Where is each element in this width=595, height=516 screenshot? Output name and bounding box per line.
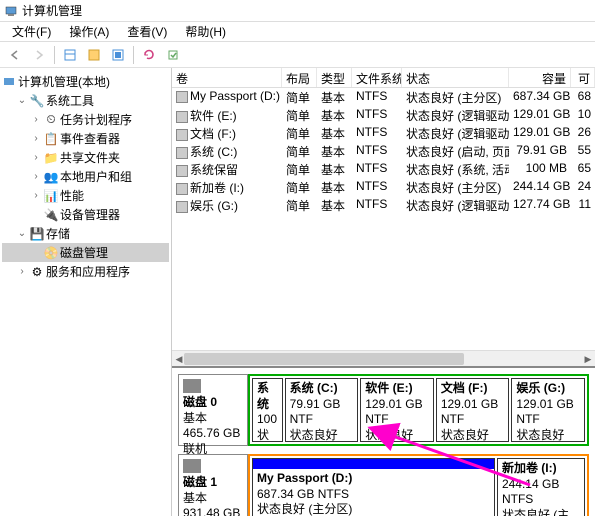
tree-perf[interactable]: ›📊性能 <box>2 186 169 205</box>
window-title: 计算机管理 <box>22 2 82 19</box>
expand-icon[interactable]: › <box>30 171 42 182</box>
col-type[interactable]: 类型 <box>317 68 352 87</box>
settings-button[interactable] <box>162 44 184 66</box>
col-volume[interactable]: 卷 <box>172 68 282 87</box>
volume-icon <box>176 129 188 141</box>
volume-icon <box>176 165 188 177</box>
view-button-2[interactable] <box>83 44 105 66</box>
back-button[interactable] <box>4 44 26 66</box>
volume-row[interactable]: 文档 (F:)简单基本NTFS状态良好 (逻辑驱动器)129.01 GB26 <box>172 124 595 142</box>
scroll-right-icon[interactable]: ▶ <box>581 351 595 367</box>
tree-shared[interactable]: ›📁共享文件夹 <box>2 148 169 167</box>
disk-0-row[interactable]: 磁盘 0 基本 465.76 GB 联机 系统100状态系统 (C:)79.91… <box>178 374 589 446</box>
col-free[interactable]: 可 <box>571 68 595 87</box>
disk-icon: 📀 <box>44 246 58 260</box>
expand-icon[interactable]: › <box>30 114 42 125</box>
partition[interactable]: 系统100状态 <box>252 378 283 442</box>
partition[interactable]: My Passport (D:)687.34 GB NTFS状态良好 (主分区) <box>252 458 495 516</box>
graphical-view: 磁盘 0 基本 465.76 GB 联机 系统100状态系统 (C:)79.91… <box>172 366 595 516</box>
expand-icon[interactable]: › <box>30 133 42 144</box>
disk-icon <box>183 379 201 393</box>
disk-0-partitions: 系统100状态系统 (C:)79.91 GB NTF状态良好 (启动软件 (E:… <box>248 374 589 446</box>
col-layout[interactable]: 布局 <box>282 68 317 87</box>
volume-row[interactable]: 娱乐 (G:)简单基本NTFS状态良好 (逻辑驱动器)127.74 GB11 <box>172 196 595 214</box>
event-icon: 📋 <box>44 132 58 146</box>
view-button-1[interactable] <box>59 44 81 66</box>
collapse-icon[interactable]: ⌄ <box>16 95 28 106</box>
expand-icon[interactable]: › <box>30 152 42 163</box>
services-icon: ⚙ <box>30 265 44 279</box>
partition[interactable]: 软件 (E:)129.01 GB NTF状态良好 (逻辑 <box>360 378 434 442</box>
computer-icon <box>2 75 16 89</box>
volume-icon <box>176 201 188 213</box>
device-icon: 🔌 <box>44 208 58 222</box>
volume-list-header: 卷 布局 类型 文件系统 状态 容量 可 <box>172 68 595 88</box>
volume-row[interactable]: 系统保留简单基本NTFS状态良好 (系统, 活动, 主分区)100 MB65 <box>172 160 595 178</box>
tree-panel: 计算机管理(本地) ⌄🔧系统工具 ›⏲任务计划程序 ›📋事件查看器 ›📁共享文件… <box>0 68 172 516</box>
disk-0-label[interactable]: 磁盘 0 基本 465.76 GB 联机 <box>178 374 248 446</box>
scroll-thumb[interactable] <box>184 353 464 365</box>
refresh-button[interactable] <box>138 44 160 66</box>
col-status[interactable]: 状态 <box>402 68 509 87</box>
tree-eventviewer[interactable]: ›📋事件查看器 <box>2 129 169 148</box>
col-capacity[interactable]: 容量 <box>509 68 571 87</box>
view-button-3[interactable] <box>107 44 129 66</box>
menu-bar: 文件(F) 操作(A) 查看(V) 帮助(H) <box>0 22 595 42</box>
partition[interactable]: 文档 (F:)129.01 GB NTF状态良好 (逻辑 <box>436 378 510 442</box>
tree-services[interactable]: ›⚙服务和应用程序 <box>2 262 169 281</box>
partition[interactable]: 娱乐 (G:)129.01 GB NTF状态良好 (逻辑 <box>511 378 585 442</box>
users-icon: 👥 <box>44 170 58 184</box>
disk-1-partitions: My Passport (D:)687.34 GB NTFS状态良好 (主分区)… <box>248 454 589 516</box>
tree-users[interactable]: ›👥本地用户和组 <box>2 167 169 186</box>
menu-view[interactable]: 查看(V) <box>119 21 175 42</box>
clock-icon: ⏲ <box>44 113 58 127</box>
tree-root[interactable]: 计算机管理(本地) <box>2 72 169 91</box>
collapse-icon[interactable]: ⌄ <box>16 228 28 239</box>
menu-file[interactable]: 文件(F) <box>4 21 59 42</box>
disk-1-label[interactable]: 磁盘 1 基本 931.48 GB 联机 <box>178 454 248 516</box>
horizontal-scrollbar[interactable]: ◀ ▶ <box>172 350 595 366</box>
volume-row[interactable]: My Passport (D:)简单基本NTFS状态良好 (主分区)687.34… <box>172 88 595 106</box>
partition[interactable]: 系统 (C:)79.91 GB NTF状态良好 (启动 <box>285 378 359 442</box>
volume-row[interactable]: 软件 (E:)简单基本NTFS状态良好 (逻辑驱动器)129.01 GB10 <box>172 106 595 124</box>
folder-icon: 📁 <box>44 151 58 165</box>
volume-icon <box>176 111 188 123</box>
volume-row[interactable]: 新加卷 (I:)简单基本NTFS状态良好 (主分区)244.14 GB24 <box>172 178 595 196</box>
volume-list: My Passport (D:)简单基本NTFS状态良好 (主分区)687.34… <box>172 88 595 214</box>
tools-icon: 🔧 <box>30 94 44 108</box>
perf-icon: 📊 <box>44 189 58 203</box>
tree-devmgr[interactable]: 🔌设备管理器 <box>2 205 169 224</box>
disk-1-row[interactable]: 磁盘 1 基本 931.48 GB 联机 My Passport (D:)687… <box>178 454 589 516</box>
tree-diskmgmt[interactable]: 📀磁盘管理 <box>2 243 169 262</box>
volume-icon <box>176 147 188 159</box>
volume-row[interactable]: 系统 (C:)简单基本NTFS状态良好 (启动, 页面文件, 故障转储, 主分区… <box>172 142 595 160</box>
expand-icon[interactable]: › <box>30 190 42 201</box>
volume-icon <box>176 91 188 103</box>
disk-icon <box>183 459 201 473</box>
partition[interactable]: 新加卷 (I:)244.14 GB NTFS状态良好 (主分区) <box>497 458 585 516</box>
volume-icon <box>176 183 188 195</box>
tree-storage[interactable]: ⌄💾存储 <box>2 224 169 243</box>
forward-button[interactable] <box>28 44 50 66</box>
col-fs[interactable]: 文件系统 <box>352 68 402 87</box>
menu-action[interactable]: 操作(A) <box>61 21 117 42</box>
toolbar <box>0 42 595 68</box>
partition-bar <box>253 459 494 469</box>
app-icon <box>4 4 18 18</box>
storage-icon: 💾 <box>30 227 44 241</box>
title-bar: 计算机管理 <box>0 0 595 22</box>
tree-scheduler[interactable]: ›⏲任务计划程序 <box>2 110 169 129</box>
tree-systools[interactable]: ⌄🔧系统工具 <box>2 91 169 110</box>
expand-icon[interactable]: › <box>16 266 28 277</box>
menu-help[interactable]: 帮助(H) <box>177 21 234 42</box>
